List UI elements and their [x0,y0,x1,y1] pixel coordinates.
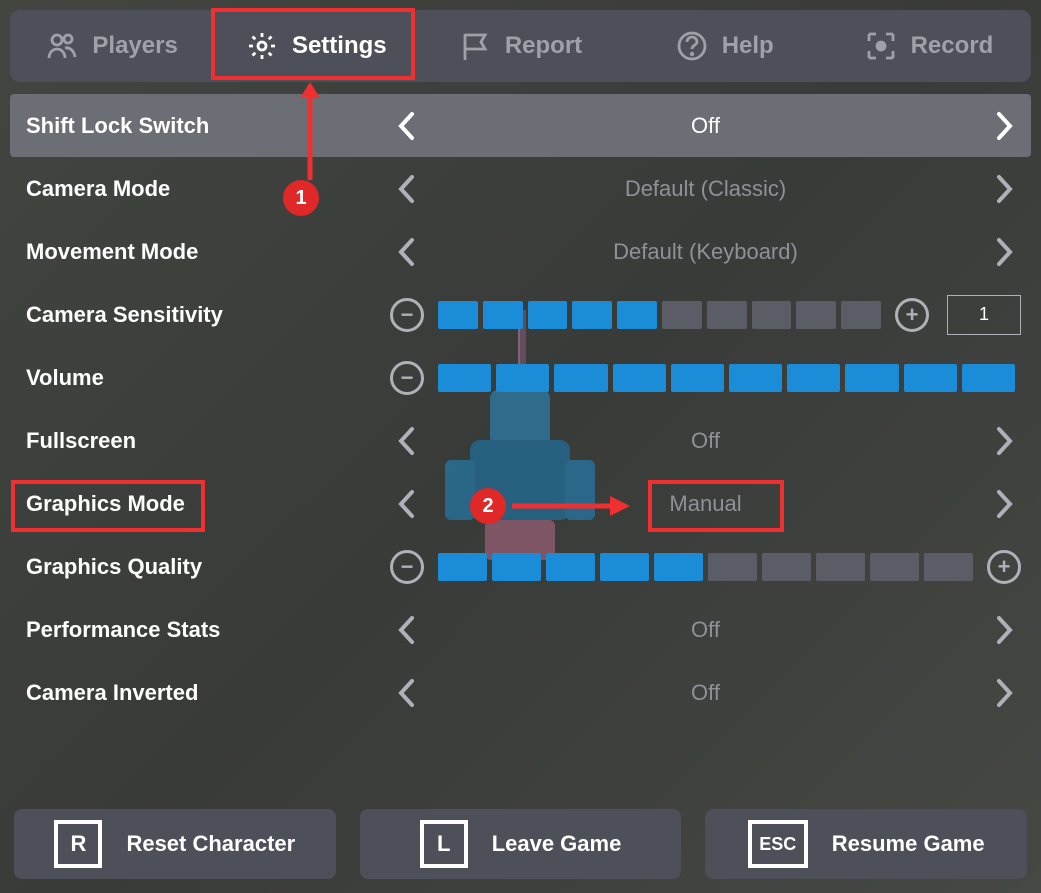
players-icon [46,30,78,62]
tab-report[interactable]: Report [418,10,622,82]
setting-value: Off [432,680,979,706]
setting-value: Off [432,428,979,454]
setting-label: Camera Sensitivity [20,302,390,328]
sensitivity-input[interactable]: 1 [947,295,1021,335]
setting-value: Off [432,617,979,643]
button-label: Leave Game [492,831,622,857]
chevron-right-icon[interactable] [987,613,1021,647]
setting-value: Manual [432,491,979,517]
menu-tabs: Players Settings Report [10,10,1031,82]
row-graphics-quality: Graphics Quality − + [10,535,1031,598]
setting-value: Default (Classic) [432,176,979,202]
tab-help[interactable]: Help [623,10,827,82]
graphics-quality-slider[interactable] [438,553,973,581]
settings-panel: Shift Lock Switch Off Camera Mode Defaul… [10,94,1031,724]
resume-game-button[interactable]: ESC Resume Game [705,809,1027,879]
chevron-left-icon[interactable] [390,109,424,143]
chevron-right-icon[interactable] [987,172,1021,206]
chevron-right-icon[interactable] [987,109,1021,143]
chevron-left-icon[interactable] [390,676,424,710]
setting-label: Graphics Quality [20,554,390,580]
reset-character-button[interactable]: R Reset Character [14,809,336,879]
tab-label: Settings [292,32,387,60]
row-graphics-mode: Graphics Mode Manual [10,472,1031,535]
flag-icon [459,30,491,62]
tab-settings[interactable]: Settings [214,10,418,82]
row-camera-sensitivity: Camera Sensitivity − + 1 [10,283,1031,346]
setting-label: Graphics Mode [20,491,390,517]
setting-label: Performance Stats [20,617,390,643]
tab-label: Record [911,32,994,60]
key-indicator: L [420,820,468,868]
bottom-buttons: R Reset Character L Leave Game ESC Resum… [14,809,1027,879]
chevron-right-icon[interactable] [987,487,1021,521]
minus-button[interactable]: − [390,361,424,395]
sensitivity-slider[interactable] [438,301,881,329]
row-volume: Volume − [10,346,1031,409]
chevron-left-icon[interactable] [390,235,424,269]
setting-value: Default (Keyboard) [432,239,979,265]
plus-button[interactable]: + [895,298,929,332]
tab-label: Players [92,32,177,60]
plus-button[interactable]: + [987,550,1021,584]
record-icon [865,30,897,62]
volume-slider[interactable] [438,364,1015,392]
chevron-right-icon[interactable] [987,424,1021,458]
row-movement-mode: Movement Mode Default (Keyboard) [10,220,1031,283]
button-label: Reset Character [126,831,295,857]
setting-label: Fullscreen [20,428,390,454]
tab-record[interactable]: Record [827,10,1031,82]
tab-players[interactable]: Players [10,10,214,82]
setting-label: Camera Inverted [20,680,390,706]
gear-icon [246,30,278,62]
row-camera-mode: Camera Mode Default (Classic) [10,157,1031,220]
tab-label: Help [722,32,774,60]
key-indicator: ESC [748,820,808,868]
setting-label: Movement Mode [20,239,390,265]
button-label: Resume Game [832,831,985,857]
tab-label: Report [505,32,582,60]
minus-button[interactable]: − [390,298,424,332]
chevron-right-icon[interactable] [987,235,1021,269]
minus-button[interactable]: − [390,550,424,584]
setting-label: Camera Mode [20,176,390,202]
chevron-left-icon[interactable] [390,424,424,458]
chevron-right-icon[interactable] [987,676,1021,710]
leave-game-button[interactable]: L Leave Game [360,809,682,879]
setting-label: Shift Lock Switch [20,113,390,139]
row-shift-lock: Shift Lock Switch Off [10,94,1031,157]
help-icon [676,30,708,62]
row-camera-inverted: Camera Inverted Off [10,661,1031,724]
chevron-left-icon[interactable] [390,487,424,521]
row-fullscreen: Fullscreen Off [10,409,1031,472]
setting-value: Off [432,113,979,139]
key-indicator: R [54,820,102,868]
setting-label: Volume [20,365,390,391]
chevron-left-icon[interactable] [390,172,424,206]
row-performance-stats: Performance Stats Off [10,598,1031,661]
chevron-left-icon[interactable] [390,613,424,647]
